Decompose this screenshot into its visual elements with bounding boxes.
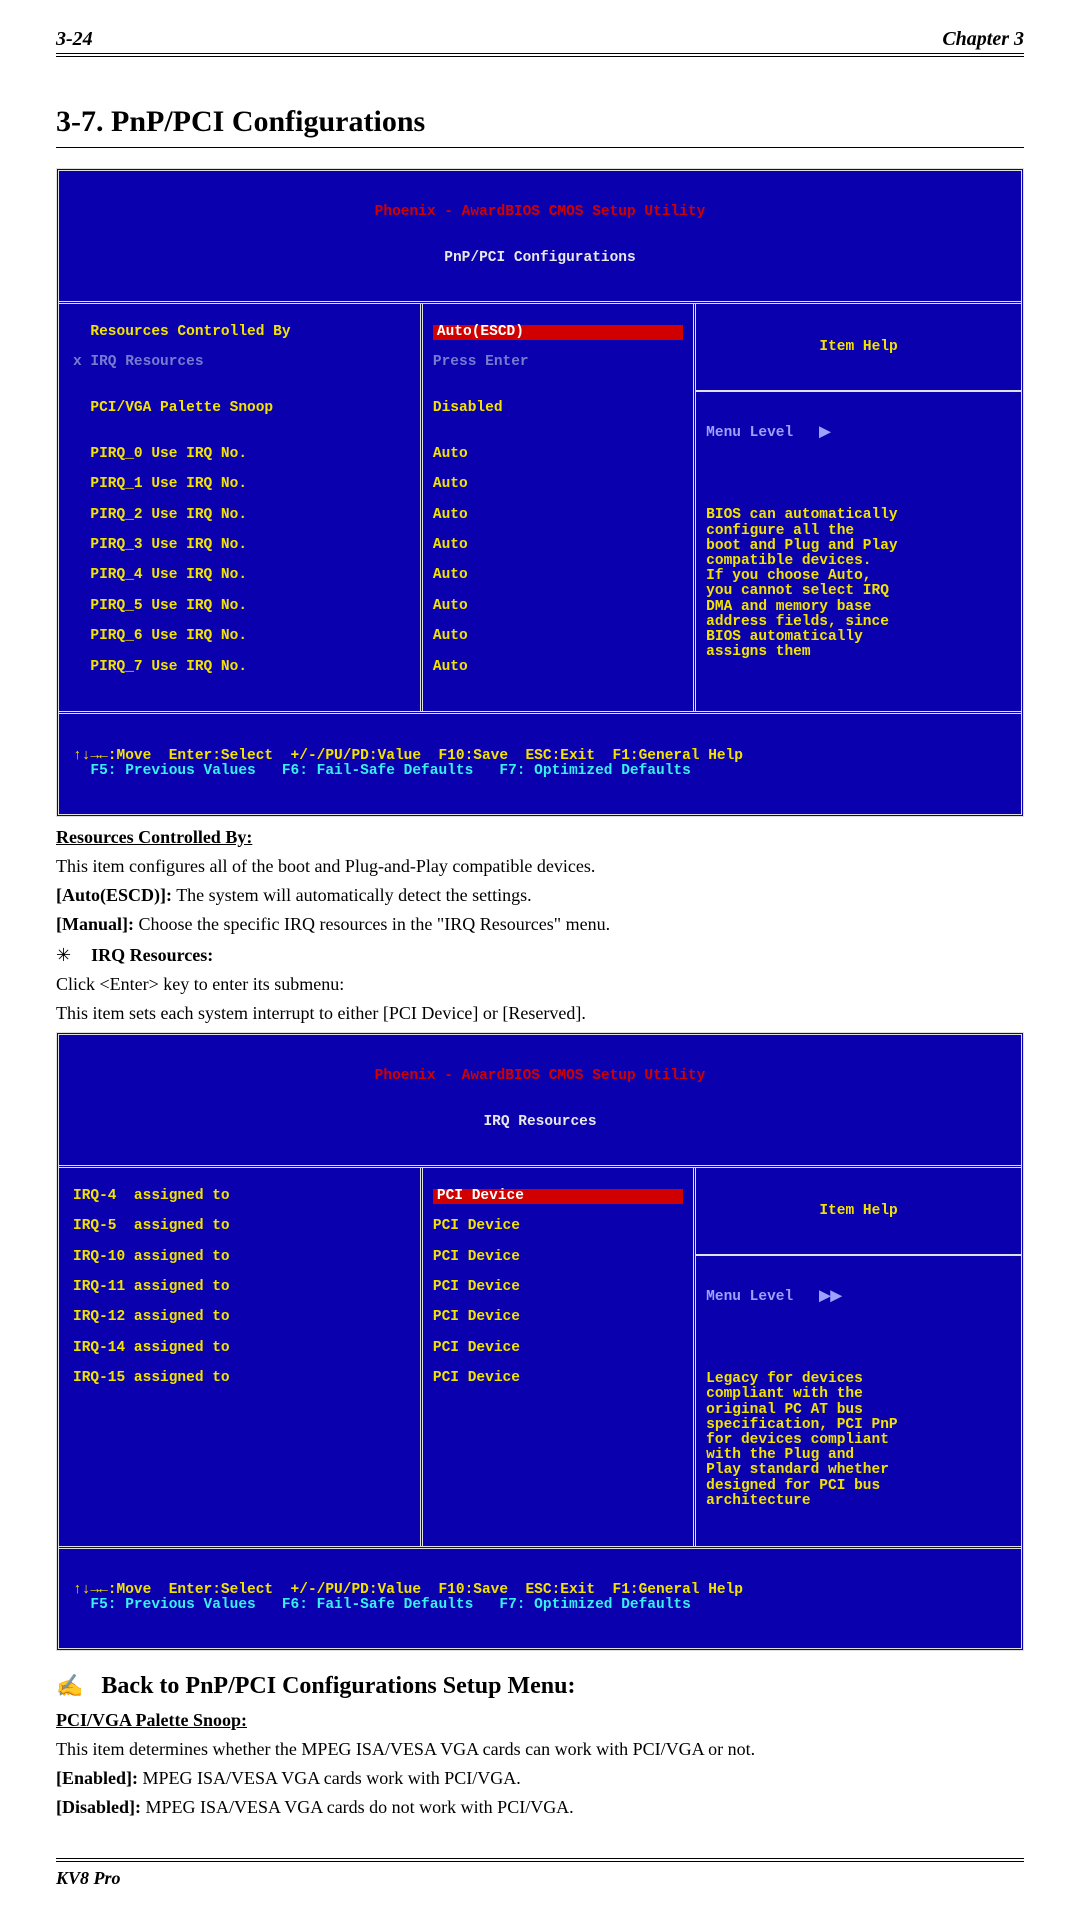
bios-mid-line: PCI Device: [433, 1280, 683, 1295]
bios-screenshot-pnp: Phoenix - AwardBIOS CMOS Setup Utility P…: [56, 168, 1024, 817]
bios-mid-line: PCI Device: [433, 1371, 683, 1386]
help-divider: [696, 390, 1021, 392]
help-divider: [696, 1254, 1021, 1256]
paragraph: This item configures all of the boot and…: [56, 856, 1024, 877]
bios-left-line: PIRQ_0 Use IRQ No.: [73, 447, 410, 462]
bios-footer-line: F5: Previous Values F6: Fail-Safe Defaul…: [73, 1598, 1007, 1613]
bios-left-line: PIRQ_7 Use IRQ No.: [73, 660, 410, 675]
item-help-title: Item Help: [706, 340, 1011, 359]
bios-mid-line: Auto: [433, 629, 683, 644]
bios-help-panel: Item Help Menu Level ▶ BIOS can automati…: [696, 304, 1021, 712]
bios-left-line: Resources Controlled By: [73, 325, 410, 340]
bios-footer: ↑↓→←:Move Enter:Select +/-/PU/PD:Value F…: [59, 1579, 1021, 1617]
bios-screenshot-irq: Phoenix - AwardBIOS CMOS Setup Utility I…: [56, 1032, 1024, 1651]
back-heading-text: Back to PnP/PCI Configurations Setup Men…: [101, 1673, 575, 1700]
bios-mid-line: Disabled: [433, 401, 683, 416]
bios-subtitle: IRQ Resources: [59, 1115, 1021, 1134]
bios-left-line: PIRQ_2 Use IRQ No.: [73, 508, 410, 523]
item-help-title: Item Help: [706, 1204, 1011, 1223]
bios-left-line: PIRQ_6 Use IRQ No.: [73, 629, 410, 644]
bios-left-line: PIRQ_5 Use IRQ No.: [73, 599, 410, 614]
help-body: BIOS can automatically configure all the…: [706, 508, 1011, 660]
bios-left-line: PIRQ_1 Use IRQ No.: [73, 477, 410, 492]
bios-mid-line: Auto: [433, 508, 683, 523]
bios-left-line: PIRQ_4 Use IRQ No.: [73, 568, 410, 583]
paragraph: This item determines whether the MPEG IS…: [56, 1739, 1024, 1760]
option-disabled: [Disabled]:: [56, 1797, 141, 1817]
bios-left-line: PCI/VGA Palette Snoop: [73, 401, 410, 416]
bios-footer-line: ↑↓→←:Move Enter:Select +/-/PU/PD:Value F…: [73, 1583, 1007, 1598]
spacer: [706, 1336, 1011, 1342]
section-title: 3-7. PnP/PCI Configurations: [56, 105, 1024, 139]
paragraph: This item sets each system interrupt to …: [56, 1003, 1024, 1024]
heading-resources-controlled: Resources Controlled By:: [56, 827, 252, 847]
bios-footer-line: F5: Previous Values F6: Fail-Safe Defaul…: [73, 764, 1007, 779]
bios-left-line: IRQ-10 assigned to: [73, 1250, 410, 1265]
option-manual: [Manual]:: [56, 914, 134, 934]
menu-level: Menu Level ▶: [706, 426, 1011, 441]
spacer: [706, 472, 1011, 478]
bios-left-panel: IRQ-4 assigned to IRQ-5 assigned to IRQ-…: [59, 1168, 423, 1546]
bios-mid-panel: PCI Device PCI Device PCI Device PCI Dev…: [423, 1168, 696, 1546]
hand-icon: ✍: [56, 1673, 83, 1699]
bios-title: Phoenix - AwardBIOS CMOS Setup Utility: [59, 201, 1021, 220]
bios-left-panel: Resources Controlled By x IRQ Resources …: [59, 304, 423, 712]
option-enabled: [Enabled]:: [56, 1768, 138, 1788]
option-manual-text: Choose the specific IRQ resources in the…: [139, 914, 611, 934]
bios-help-panel: Item Help Menu Level ▶▶ Legacy for devic…: [696, 1168, 1021, 1546]
bios-mid-panel: Auto(ESCD) Press Enter Disabled Auto Aut…: [423, 304, 696, 712]
bios-mid-line: PCI Device: [433, 1189, 683, 1204]
paragraph: Click <Enter> key to enter its submenu:: [56, 974, 1024, 995]
bios-mid-line: Press Enter: [433, 355, 683, 370]
bios-left-line: IRQ-11 assigned to: [73, 1280, 410, 1295]
bios-mid-line: PCI Device: [433, 1250, 683, 1265]
option-enabled-text: MPEG ISA/VESA VGA cards work with PCI/VG…: [143, 1768, 521, 1788]
bios-left-line: x IRQ Resources: [73, 355, 410, 370]
bios-mid-line: Auto: [433, 447, 683, 462]
bios-title: Phoenix - AwardBIOS CMOS Setup Utility: [59, 1065, 1021, 1084]
bios-mid-line: Auto(ESCD): [433, 325, 683, 340]
bios-mid-line: Auto: [433, 599, 683, 614]
option-auto-text: The system will automatically detect the…: [176, 885, 531, 905]
bullet-icon: ✳: [56, 945, 71, 966]
help-body: Legacy for devices compliant with the or…: [706, 1372, 1011, 1509]
bios-mid-line: Auto: [433, 660, 683, 675]
bios-left-line: IRQ-14 assigned to: [73, 1341, 410, 1356]
bios-footer: ↑↓→←:Move Enter:Select +/-/PU/PD:Value F…: [59, 745, 1021, 783]
option-auto-escd: [Auto(ESCD)]:: [56, 885, 172, 905]
page-number: 3-24: [56, 28, 93, 51]
heading-irq-resources: IRQ Resources:: [91, 945, 213, 966]
bios-mid-line: Auto: [433, 477, 683, 492]
bios-left-line: IRQ-5 assigned to: [73, 1219, 410, 1234]
section-underline: [56, 147, 1024, 148]
bios-left-line: IRQ-15 assigned to: [73, 1371, 410, 1386]
bios-subtitle: PnP/PCI Configurations: [59, 251, 1021, 270]
product-name: KV8 Pro: [56, 1868, 121, 1888]
back-heading: ✍ Back to PnP/PCI Configurations Setup M…: [56, 1673, 1024, 1700]
page-header: 3-24 Chapter 3: [56, 28, 1024, 57]
page-footer: KV8 Pro: [56, 1858, 1024, 1889]
bios-mid-line: PCI Device: [433, 1219, 683, 1234]
bios-left-line: PIRQ_3 Use IRQ No.: [73, 538, 410, 553]
bios-mid-line: PCI Device: [433, 1341, 683, 1356]
bios-mid-line: Auto: [433, 538, 683, 553]
bios-mid-line: PCI Device: [433, 1310, 683, 1325]
option-disabled-text: MPEG ISA/VESA VGA cards do not work with…: [146, 1797, 574, 1817]
bios-left-line: IRQ-4 assigned to: [73, 1189, 410, 1204]
chapter-label: Chapter 3: [942, 28, 1024, 51]
bios-mid-line: Auto: [433, 568, 683, 583]
bios-left-line: IRQ-12 assigned to: [73, 1310, 410, 1325]
heading-palette-snoop: PCI/VGA Palette Snoop:: [56, 1710, 247, 1730]
menu-level: Menu Level ▶▶: [706, 1290, 1011, 1305]
bios-footer-line: ↑↓→←:Move Enter:Select +/-/PU/PD:Value F…: [73, 749, 1007, 764]
